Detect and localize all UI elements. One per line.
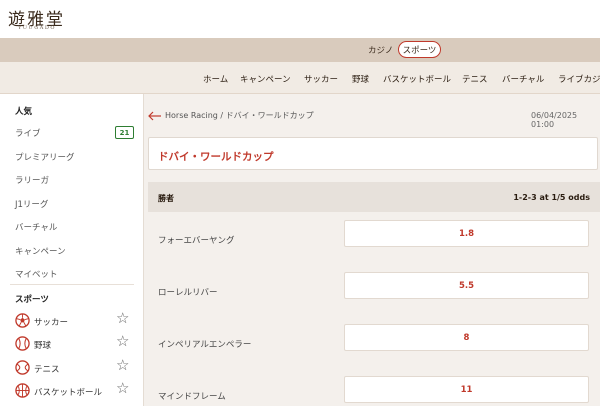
baseball-icon [15,336,30,351]
sidebar-item-campaign[interactable]: キャンペーン [15,245,66,257]
runner-row: フォーエバーヤング 1.8 [148,218,600,270]
subnav-item-tennis[interactable]: テニス [462,73,488,85]
sidebar-item-live[interactable]: ライブ [15,127,41,139]
market-terms: 1-2-3 at 1/5 odds [513,193,590,202]
subnav-item-home[interactable]: ホーム [203,73,228,85]
sidebar-popular-title: 人気 [15,107,33,117]
sidebar-divider [10,284,134,285]
sport-label: テニス [34,365,60,375]
sidebar-sport-baseball[interactable]: 野球 ☆ [15,334,135,352]
runner-name: ローレルリバー [158,288,218,298]
sport-label: サッカー [34,318,69,328]
sidebar-item-premier-league[interactable]: プレミアリーグ [15,151,75,163]
subnav-item-live-casino[interactable]: ライブカジノ [558,73,600,85]
runner-name: マインドフレーム [158,392,226,402]
event-header: ドバイ・ワールドカップ [148,137,598,170]
site-logo-roman: YUUGADO [18,25,56,31]
market-header[interactable]: 勝者 1-2-3 at 1/5 odds [148,182,600,212]
odds-button[interactable]: 5.5 [344,272,589,299]
top-nav: カジノ スポーツ [0,38,600,62]
subnav-item-basketball[interactable]: バスケットボール [383,73,451,85]
runner-row: マインドフレーム 11 [148,374,600,406]
odds-button[interactable]: 8 [344,324,589,351]
sidebar-item-my-bets[interactable]: マイベット [15,268,58,280]
market-name: 勝者 [158,194,174,203]
sidebar-item-j1-league[interactable]: J1リーグ [15,198,48,210]
star-icon[interactable]: ☆ [116,358,129,373]
main-content: Horse Racing / ドバイ・ワールドカップ 06/04/2025 01… [148,94,600,406]
subnav-item-virtual[interactable]: バーチャル [502,73,544,85]
sidebar-item-virtual[interactable]: バーチャル [15,221,57,233]
sidebar-sport-tennis[interactable]: テニス ☆ [15,358,135,376]
star-icon[interactable]: ☆ [116,311,129,326]
basketball-icon [15,383,30,398]
subnav-item-baseball[interactable]: 野球 [352,73,369,85]
event-date: 06/04/2025 01:00 [531,111,578,129]
sports-sub-nav: ホーム キャンペーン サッカー 野球 バスケットボール テニス バーチャル ライ… [0,62,600,94]
soccer-ball-icon [15,313,30,328]
sidebar-sport-soccer[interactable]: サッカー ☆ [15,311,135,329]
sidebar: 人気 ライブ 21 プレミアリーグ ラリーガ J1リーグ バーチャル キャンペー… [0,94,144,406]
event-title: ドバイ・ワールドカップ [158,151,274,163]
runner-name: インペリアルエンペラー [158,340,252,350]
breadcrumb[interactable]: Horse Racing / ドバイ・ワールドカップ [148,110,314,121]
runner-row: ローレルリバー 5.5 [148,270,600,322]
subnav-item-soccer[interactable]: サッカー [304,73,338,85]
sidebar-item-laliga[interactable]: ラリーガ [15,174,49,186]
sidebar-sport-basketball[interactable]: バスケットボール ☆ [15,381,135,399]
live-count-badge: 21 [115,126,134,139]
tab-casino[interactable]: カジノ [368,44,393,56]
subnav-item-campaign[interactable]: キャンペーン [240,73,291,85]
sport-label: 野球 [34,341,52,351]
odds-button[interactable]: 1.8 [344,220,589,247]
tab-sports[interactable]: スポーツ [398,41,441,58]
odds-button[interactable]: 11 [344,376,589,403]
star-icon[interactable]: ☆ [116,381,129,396]
runner-row: インペリアルエンペラー 8 [148,322,600,374]
tennis-ball-icon [15,360,30,375]
sport-label: バスケットボール [34,388,103,398]
breadcrumb-text[interactable]: Horse Racing / ドバイ・ワールドカップ [165,110,314,121]
logo-bar: 遊雅堂 YUUGADO [0,0,600,38]
back-arrow-icon[interactable] [148,111,162,121]
sidebar-sports-title: スポーツ [15,295,49,305]
runner-name: フォーエバーヤング [158,236,235,246]
star-icon[interactable]: ☆ [116,334,129,349]
